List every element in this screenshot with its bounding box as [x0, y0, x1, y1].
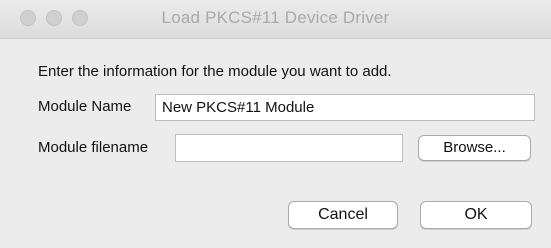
dialog-window: Load PKCS#11 Device Driver Enter the inf…: [0, 0, 551, 248]
dialog-content: Enter the information for the module you…: [0, 39, 551, 248]
cancel-button[interactable]: Cancel: [288, 201, 398, 229]
ok-button[interactable]: OK: [420, 201, 532, 229]
browse-button[interactable]: Browse...: [418, 135, 531, 161]
title-bar[interactable]: Load PKCS#11 Device Driver: [0, 0, 551, 39]
module-name-input[interactable]: [155, 94, 535, 121]
module-filename-input[interactable]: [175, 134, 403, 162]
instruction-text: Enter the information for the module you…: [38, 63, 392, 80]
module-filename-label: Module filename: [38, 139, 149, 156]
module-name-label: Module Name: [38, 98, 132, 115]
window-title: Load PKCS#11 Device Driver: [161, 8, 390, 27]
